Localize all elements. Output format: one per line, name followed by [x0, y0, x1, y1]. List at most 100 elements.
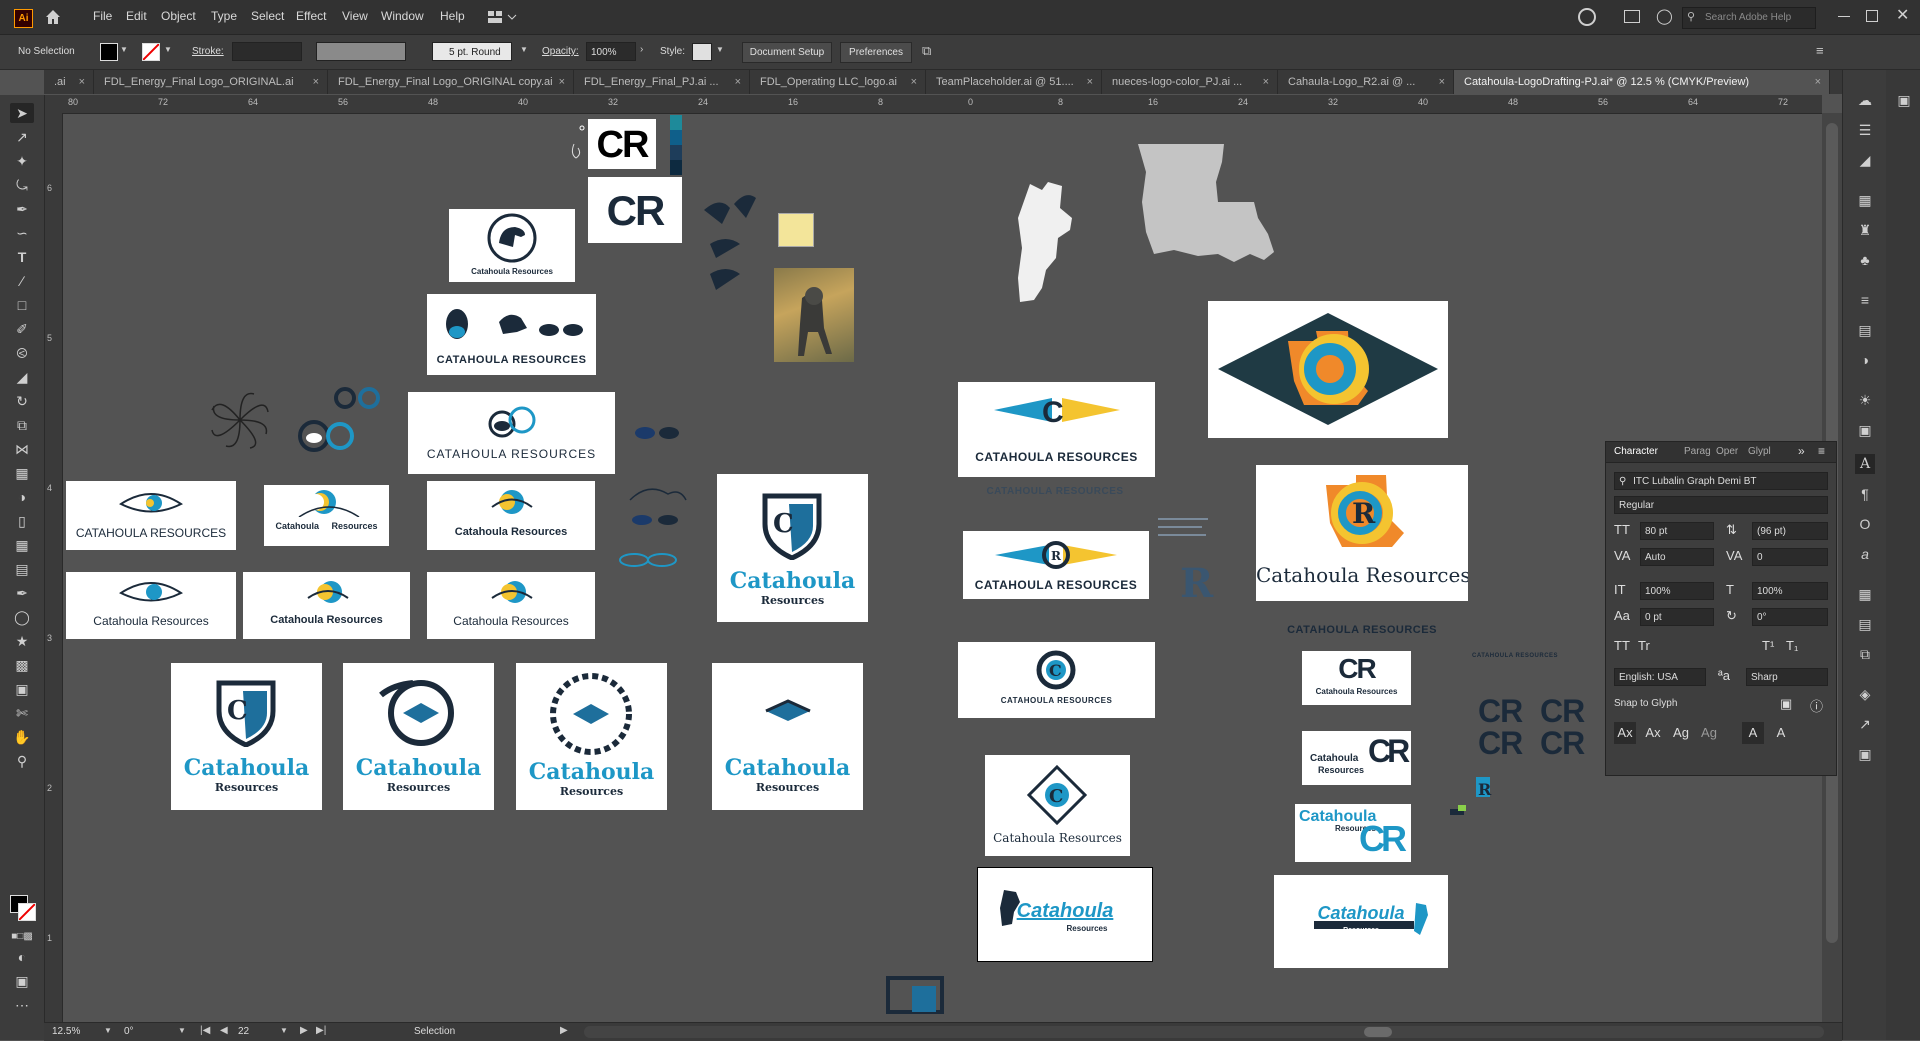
eraser-tool-icon[interactable]: ◢: [10, 367, 34, 387]
tab-doc-6[interactable]: TeamPlaceholder.ai @ 51.... ×: [926, 70, 1102, 94]
fill-swatch[interactable]: [100, 43, 118, 61]
artboard-eye-1[interactable]: CATAHOULA RESOURCES: [66, 481, 236, 550]
layers-icon[interactable]: ◈: [1855, 684, 1875, 704]
properties-icon[interactable]: ☰: [1855, 120, 1875, 140]
chevron-down-icon[interactable]: ▼: [178, 1026, 186, 1035]
menu-effect[interactable]: Effect: [296, 9, 326, 23]
graphic-styles-icon[interactable]: ▣: [1855, 420, 1875, 440]
small-caps-icon[interactable]: Tr: [1638, 638, 1650, 653]
snap-angular-icon[interactable]: A: [1742, 722, 1764, 744]
mesh-tool-icon[interactable]: ▦: [10, 535, 34, 555]
close-icon[interactable]: ×: [313, 70, 319, 94]
curvature-tool-icon[interactable]: ∽: [10, 223, 34, 243]
lightbulb-icon[interactable]: ◯: [1656, 7, 1673, 25]
align-icon[interactable]: ▤: [1855, 614, 1875, 634]
magic-wand-tool-icon[interactable]: ✦: [10, 151, 34, 171]
artboards-icon[interactable]: ▣: [1855, 744, 1875, 764]
next-artboard-icon[interactable]: ▶: [300, 1025, 308, 1036]
paragraph-icon[interactable]: ¶: [1855, 484, 1875, 504]
artboard-eye-4[interactable]: Catahoula Resources: [66, 572, 236, 639]
horizontal-scale-field[interactable]: 100%: [1752, 582, 1828, 600]
last-artboard-icon[interactable]: ▶|: [316, 1025, 326, 1036]
superscript-icon[interactable]: T¹: [1762, 638, 1774, 653]
opacity-field[interactable]: 100%: [586, 42, 636, 61]
transform-icon[interactable]: ▦: [1855, 584, 1875, 604]
anti-alias-select[interactable]: Sharp: [1746, 668, 1828, 686]
menu-window[interactable]: Window: [381, 9, 424, 23]
chevron-down-icon[interactable]: ▼: [120, 45, 128, 54]
variable-width-profile[interactable]: [316, 42, 406, 61]
artboard-eye-caps[interactable]: CATAHOULA RESOURCES: [408, 392, 615, 474]
tab-doc-2[interactable]: FDL_Energy_Final Logo_ORIGINAL.ai ×: [94, 70, 328, 94]
tab-doc-active[interactable]: Catahoula-LogoDrafting-PJ.ai* @ 12.5 % (…: [1454, 70, 1830, 94]
leading-field[interactable]: (96 pt): [1752, 522, 1828, 540]
selection-tool-icon[interactable]: ➤: [10, 103, 34, 123]
glyphs-icon[interactable]: a: [1855, 544, 1875, 564]
snap-xheight-icon[interactable]: Ax: [1642, 722, 1664, 744]
menu-view[interactable]: View: [342, 9, 368, 23]
snap-proximity-icon[interactable]: Ag: [1698, 722, 1720, 744]
panel-menu-icon[interactable]: ≡: [1816, 43, 1824, 58]
font-size-field[interactable]: 80 pt: [1640, 522, 1714, 540]
artboard-tool-icon[interactable]: ▣: [10, 679, 34, 699]
chevron-down-icon[interactable]: ▼: [104, 1026, 112, 1035]
glyph-guides-icon[interactable]: ▣: [1780, 696, 1792, 712]
color-guide-icon[interactable]: ◢: [1855, 150, 1875, 170]
preferences-button[interactable]: Preferences: [840, 42, 912, 63]
scroll-thumb[interactable]: [1364, 1027, 1392, 1037]
pen-tool-icon[interactable]: ✒: [10, 199, 34, 219]
perspective-grid-tool-icon[interactable]: ▯: [10, 511, 34, 531]
color-mode-icon[interactable]: ■□▩: [10, 927, 34, 947]
stroke-weight-field[interactable]: [232, 42, 302, 61]
snap-angle-icon[interactable]: A: [1770, 722, 1792, 744]
symbol-sprayer-tool-icon[interactable]: ★: [10, 631, 34, 651]
tab-glyphs[interactable]: Glypl: [1748, 446, 1771, 457]
font-style-select[interactable]: Regular: [1614, 496, 1828, 514]
direct-selection-tool-icon[interactable]: ↗: [10, 127, 34, 147]
screen-mode-icon[interactable]: ▣: [10, 971, 34, 991]
tab-doc-8[interactable]: Cahaula-Logo_R2.ai @ ... ×: [1278, 70, 1454, 94]
panel-overflow-icon[interactable]: »: [1798, 444, 1805, 458]
artboard-dog-heads[interactable]: CATAHOULA RESOURCES: [427, 294, 596, 375]
learn-icon[interactable]: ▣: [1894, 90, 1914, 110]
tab-character[interactable]: Character: [1614, 446, 1658, 457]
line-tool-icon[interactable]: ∕: [10, 271, 34, 291]
paintbrush-tool-icon[interactable]: ✐: [10, 319, 34, 339]
blend-tool-icon[interactable]: ◯: [10, 607, 34, 627]
asset-export-icon[interactable]: ↗: [1855, 714, 1875, 734]
type-tool-icon[interactable]: T: [10, 247, 34, 267]
rotate-tool-icon[interactable]: ↻: [10, 391, 34, 411]
gradient-tool-icon[interactable]: ▤: [10, 559, 34, 579]
appearance-icon[interactable]: ☀: [1855, 390, 1875, 410]
tab-doc-3[interactable]: FDL_Energy_Final Logo_ORIGINAL copy.ai ×: [328, 70, 574, 94]
all-caps-icon[interactable]: TT: [1614, 638, 1630, 653]
character-icon[interactable]: A: [1855, 454, 1875, 474]
maximize-button[interactable]: [1866, 10, 1878, 22]
artboard-shield-main[interactable]: C Catahoula Resources: [717, 474, 868, 622]
lasso-tool-icon[interactable]: ⤿: [10, 175, 34, 195]
tracking-field[interactable]: 0: [1752, 548, 1828, 566]
artboard-catahoula-banner[interactable]: Catahoula Resources: [1274, 875, 1448, 968]
tab-paragraph[interactable]: Parag: [1684, 446, 1711, 457]
arrange-icon[interactable]: [1624, 10, 1640, 23]
eyedropper-tool-icon[interactable]: ✒: [10, 583, 34, 603]
prev-artboard-icon[interactable]: ◀: [220, 1025, 228, 1036]
drawing-modes-icon[interactable]: ◐: [10, 947, 34, 967]
artboard-diamond-navy[interactable]: [1208, 301, 1448, 438]
rotation-field[interactable]: 0°: [124, 1026, 134, 1037]
artboard-shield-4[interactable]: Catahoula Resources: [712, 663, 863, 810]
tab-doc-4[interactable]: FDL_Energy_Final_PJ.ai ... ×: [574, 70, 750, 94]
brushes-icon[interactable]: ♜: [1855, 220, 1875, 240]
artboard-catahoula-cr[interactable]: Catahoula Resources CR: [1302, 731, 1411, 785]
snap-glyph-bounds-icon[interactable]: Ag: [1670, 722, 1692, 744]
tab-opentype[interactable]: Oper: [1716, 446, 1738, 457]
close-icon[interactable]: ×: [735, 70, 741, 94]
shaper-tool-icon[interactable]: ⧀: [10, 343, 34, 363]
transparency-icon[interactable]: ◑: [1855, 350, 1875, 370]
panel-menu-icon[interactable]: ≡: [1818, 444, 1825, 458]
tab-doc-1[interactable]: .ai ×: [44, 70, 94, 94]
tab-doc-7[interactable]: nueces-logo-color_PJ.ai ... ×: [1102, 70, 1278, 94]
vertical-scale-field[interactable]: 100%: [1640, 582, 1714, 600]
swatches-icon[interactable]: ▦: [1855, 190, 1875, 210]
close-button[interactable]: ✕: [1896, 5, 1909, 25]
